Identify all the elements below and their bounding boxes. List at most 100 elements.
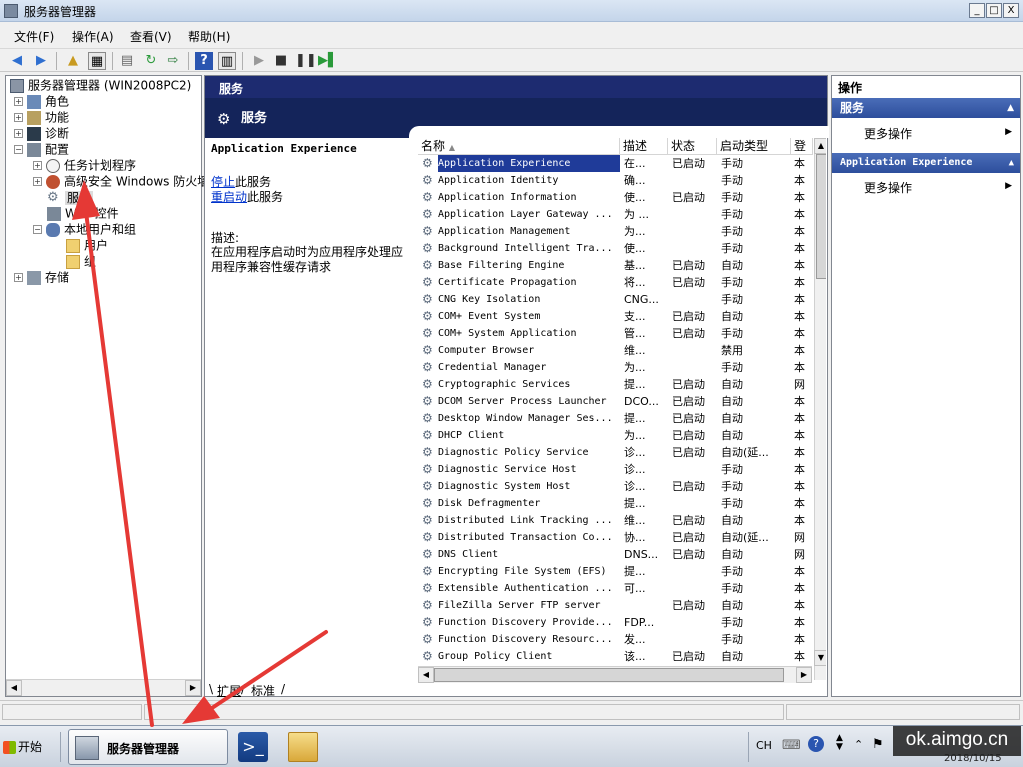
collapse-up-icon[interactable]: ▲	[1007, 98, 1014, 118]
expand-icon[interactable]: +	[14, 273, 23, 282]
table-row[interactable]: ⚙ Application Identity 确... 手动 本	[418, 172, 813, 189]
minimize-button[interactable]: _	[969, 3, 985, 18]
action-center-flag-icon[interactable]: ⚑	[872, 737, 884, 752]
start-button[interactable]: 开始	[3, 734, 51, 760]
table-row[interactable]: ⚙ Function Discovery Provide... FDP... 手动 本	[418, 614, 813, 631]
taskbar-app-server-manager[interactable]: 服务器管理器	[68, 729, 228, 765]
maximize-button[interactable]: □	[986, 3, 1002, 18]
table-row[interactable]: ⚙ Application Layer Gateway ... 为 ... 手动 本	[418, 206, 813, 223]
stop-service-link[interactable]: 停止	[211, 175, 235, 189]
tree-item-firewall[interactable]: + 高级安全 Windows 防火墙	[33, 173, 209, 189]
table-row[interactable]: ⚙ Distributed Transaction Co... 协... 已启动 自动(…	[418, 529, 813, 546]
expand-icon[interactable]: +	[14, 97, 23, 106]
scroll-down-icon[interactable]: ▼	[814, 650, 826, 666]
list-horizontal-scrollbar[interactable]: ◀ ▶	[418, 666, 812, 683]
collapse-up-icon[interactable]: ▲	[1009, 153, 1014, 173]
menu-file[interactable]: 文件(F)	[14, 28, 54, 45]
list-vertical-scrollbar[interactable]: ▲ ▼	[814, 138, 826, 680]
tree-item-wmi[interactable]: WMI 控件	[47, 205, 119, 221]
table-row[interactable]: ⚙ DHCP Client 为... 已启动 自动 本	[418, 427, 813, 444]
tree-item-task-scheduler[interactable]: + 任务计划程序	[33, 157, 136, 173]
show-hide-tree-icon[interactable]: ▦	[88, 52, 106, 70]
menu-view[interactable]: 查看(V)	[130, 28, 172, 45]
column-status[interactable]: 状态	[668, 138, 717, 155]
tree-horizontal-scrollbar[interactable]: ◀ ▶	[6, 679, 201, 696]
scroll-left-icon[interactable]: ◀	[418, 667, 434, 683]
tree-item-local-users[interactable]: − 本地用户和组	[33, 221, 136, 237]
back-icon[interactable]: ◀	[8, 52, 26, 70]
table-row[interactable]: ⚙ Computer Browser 维... 禁用 本	[418, 342, 813, 359]
table-row[interactable]: ⚙ Base Filtering Engine 基... 已启动 自动 本	[418, 257, 813, 274]
expand-icon[interactable]: +	[14, 113, 23, 122]
tab-standard[interactable]: 标准	[251, 682, 275, 699]
tab-extended[interactable]: 扩展	[217, 682, 241, 699]
more-actions-link[interactable]: 更多操作	[864, 125, 912, 142]
collapse-icon[interactable]: −	[33, 225, 42, 234]
table-row[interactable]: ⚙ Desktop Window Manager Ses... 提... 已启动 自动 本	[418, 410, 813, 427]
tree-item-storage[interactable]: + 存储	[14, 269, 69, 285]
tree-item-groups[interactable]: 组	[66, 253, 96, 269]
table-row[interactable]: ⚙ FileZilla Server FTP server 已启动 自动 本	[418, 597, 813, 614]
column-startup-type[interactable]: 启动类型	[717, 138, 791, 155]
table-row[interactable]: ⚙ Certificate Propagation 将... 已启动 手动 本	[418, 274, 813, 291]
stop-service-icon[interactable]: ■	[272, 52, 290, 70]
tree-item-features[interactable]: + 功能	[14, 109, 69, 125]
table-row[interactable]: ⚙ Cryptographic Services 提... 已启动 自动 网	[418, 376, 813, 393]
table-row[interactable]: ⚙ Application Experience 在... 已启动 手动 本	[418, 155, 813, 172]
up-folder-icon[interactable]: ▲	[64, 52, 82, 70]
scroll-up-icon[interactable]: ▲	[814, 138, 826, 154]
table-row[interactable]: ⚙ Background Intelligent Tra... 使... 手动 本	[418, 240, 813, 257]
table-row[interactable]: ⚙ Extensible Authentication ... 可... 手动 本	[418, 580, 813, 597]
table-row[interactable]: ⚙ DCOM Server Process Launcher DCO... 已启动 自动…	[418, 393, 813, 410]
table-row[interactable]: ⚙ Encrypting File System (EFS) 提... 手动 本	[418, 563, 813, 580]
expand-icon[interactable]: +	[33, 177, 42, 186]
start-service-icon[interactable]: ▶	[250, 52, 268, 70]
actions-section-selected-service[interactable]: Application Experience ▲	[832, 153, 1020, 173]
properties-icon[interactable]: ▤	[118, 52, 136, 70]
restart-service-icon[interactable]: ▶▌	[318, 52, 338, 70]
table-row[interactable]: ⚙ Diagnostic Service Host 诊... 手动 本	[418, 461, 813, 478]
scroll-right-icon[interactable]: ▶	[796, 667, 812, 683]
refresh-icon[interactable]: ↻	[142, 52, 160, 70]
help-icon[interactable]: ?	[195, 52, 213, 70]
pause-service-icon[interactable]: ❚❚	[295, 52, 317, 70]
table-row[interactable]: ⚙ DNS Client DNS... 已启动 自动 网	[418, 546, 813, 563]
tree-root[interactable]: 服务器管理器 (WIN2008PC2)	[10, 77, 191, 93]
restart-service-link[interactable]: 重启动	[211, 190, 247, 204]
tree-item-diagnostics[interactable]: + 诊断	[14, 125, 69, 141]
ime-indicator[interactable]: CH	[756, 739, 772, 752]
table-row[interactable]: ⚙ Application Information 使... 已启动 手动 本	[418, 189, 813, 206]
expand-icon[interactable]: +	[33, 161, 42, 170]
table-row[interactable]: ⚙ COM+ System Application 管... 已启动 手动 本	[418, 325, 813, 342]
scroll-left-icon[interactable]: ◀	[6, 680, 22, 696]
scroll-thumb[interactable]	[816, 154, 826, 279]
table-row[interactable]: ⚙ Disk Defragmenter 提... 手动 本	[418, 495, 813, 512]
table-row[interactable]: ⚙ Diagnostic System Host 诊... 已启动 手动 本	[418, 478, 813, 495]
tree-item-roles[interactable]: + 角色	[14, 93, 69, 109]
help-icon[interactable]: ?	[808, 736, 824, 752]
table-row[interactable]: ⚙ Credential Manager 为... 手动 本	[418, 359, 813, 376]
column-description[interactable]: 描述	[620, 138, 668, 155]
actions-section-services[interactable]: 服务 ▲	[832, 98, 1020, 118]
table-row[interactable]: ⚙ Diagnostic Policy Service 诊... 已启动 自动(延...…	[418, 444, 813, 461]
scroll-right-icon[interactable]: ▶	[185, 680, 201, 696]
column-name[interactable]: 名称 ▲	[418, 138, 620, 155]
tree-item-config[interactable]: − 配置	[14, 141, 69, 157]
column-logon[interactable]: 登	[791, 138, 813, 155]
expand-icon[interactable]: +	[14, 129, 23, 138]
table-row[interactable]: ⚙ Distributed Link Tracking ... 维... 已启动 自动 本	[418, 512, 813, 529]
table-row[interactable]: ⚙ Application Management 为... 手动 本	[418, 223, 813, 240]
table-row[interactable]: ⚙ Group Policy Client 该... 已启动 自动 本	[418, 648, 813, 665]
menu-help[interactable]: 帮助(H)	[188, 28, 230, 45]
table-row[interactable]: ⚙ COM+ Event System 支... 已启动 自动 本	[418, 308, 813, 325]
keyboard-icon[interactable]: ⌨	[782, 738, 801, 753]
show-hide-action-pane-icon[interactable]: ▥	[218, 52, 236, 70]
table-row[interactable]: ⚙ Function Discovery Resourc... 发... 手动 本	[418, 631, 813, 648]
tree-item-services[interactable]: ⚙ 服务	[47, 189, 94, 205]
scroll-thumb[interactable]	[434, 668, 784, 682]
show-hidden-icons[interactable]: ⌃	[854, 738, 863, 751]
menu-action[interactable]: 操作(A)	[72, 28, 114, 45]
forward-icon[interactable]: ▶	[32, 52, 50, 70]
explorer-folder-icon[interactable]	[288, 732, 318, 762]
export-icon[interactable]: ⇨	[164, 52, 182, 70]
